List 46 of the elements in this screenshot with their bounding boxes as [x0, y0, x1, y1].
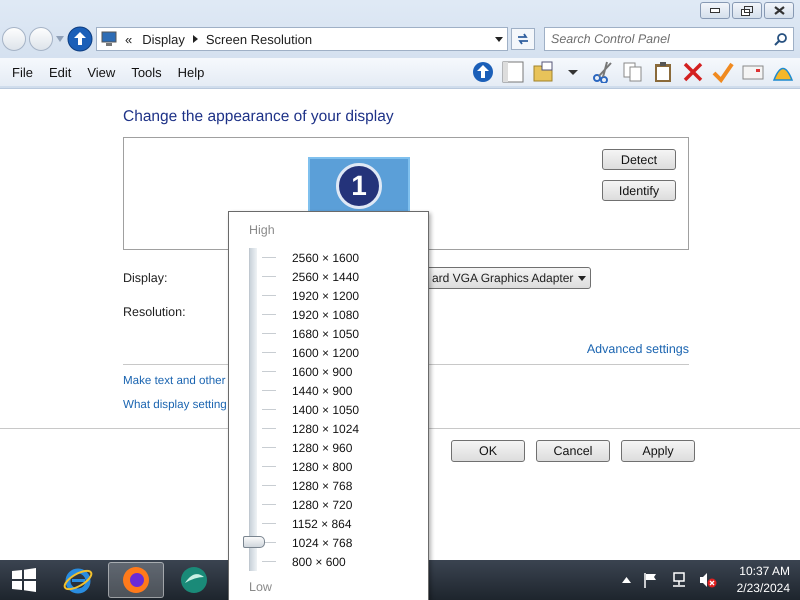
menu-item[interactable]: View	[79, 64, 124, 80]
resolution-option[interactable]: 1400 × 1050	[292, 402, 360, 416]
monitor-thumbnail[interactable]: 1	[308, 157, 410, 213]
breadcrumb[interactable]: Screen Resolution	[204, 32, 314, 46]
advanced-settings-link[interactable]: Advanced settings	[586, 342, 689, 356]
help-link[interactable]: What display setting	[123, 398, 227, 411]
address-bar[interactable]: « Display Screen Resolution	[96, 27, 508, 51]
dropdown-value: ard VGA Graphics Adapter	[432, 271, 574, 285]
resolution-option[interactable]: 1920 × 1200	[292, 288, 360, 302]
help-link[interactable]: Make text and other	[123, 374, 226, 387]
menu-item[interactable]: Edit	[40, 64, 80, 80]
menu-item[interactable]: File	[4, 64, 41, 80]
page-heading: Change the appearance of your display	[123, 108, 395, 126]
menu-item[interactable]: Tools	[123, 64, 170, 80]
dialog-button[interactable]: Cancel	[536, 440, 610, 462]
resolution-option[interactable]: 1440 × 900	[292, 384, 352, 398]
dialog-button[interactable]: OK	[451, 440, 525, 462]
resolution-option[interactable]: 1152 × 864	[292, 516, 352, 530]
breadcrumb[interactable]: Display	[140, 32, 187, 46]
resolution-option[interactable]: 2560 × 1440	[292, 270, 360, 284]
field-label: Display:	[123, 271, 168, 285]
resolution-option[interactable]: 800 × 600	[292, 554, 346, 568]
resolution-option[interactable]: 1280 × 960	[292, 440, 352, 454]
resolution-option[interactable]: 1280 × 768	[292, 478, 352, 492]
dialog-button[interactable]: Apply	[621, 440, 695, 462]
search-field[interactable]: Search Control Panel	[544, 27, 794, 51]
resolution-option[interactable]: 1024 × 768	[292, 536, 352, 550]
resolution-option[interactable]: 1280 × 800	[292, 460, 352, 474]
breadcrumb-separator: «	[124, 32, 134, 46]
side-button[interactable]: Detect	[602, 149, 676, 170]
low-label: Low	[248, 579, 273, 594]
resolution-option[interactable]: 2560 × 1600	[292, 250, 360, 264]
clock[interactable]: 10:37 AM 2/23/2024	[736, 563, 790, 597]
resolution-option[interactable]: 1600 × 1200	[292, 346, 360, 360]
resolution-option[interactable]: 1680 × 1050	[292, 326, 360, 340]
clock-date: 2/23/2024	[736, 580, 790, 597]
resolution-option[interactable]: 1920 × 1080	[292, 308, 360, 322]
resolution-option[interactable]: 1280 × 1024	[292, 422, 360, 436]
menu-item[interactable]: Help	[170, 64, 212, 80]
side-button[interactable]: Identify	[602, 180, 676, 201]
resolution-option[interactable]: 1600 × 900	[292, 364, 352, 378]
high-label: High	[248, 222, 276, 239]
resolution-option[interactable]: 1280 × 720	[292, 498, 352, 512]
clock-time: 10:37 AM	[739, 563, 790, 580]
monitor-number: 1	[336, 163, 382, 209]
field-label: Resolution:	[123, 305, 186, 319]
